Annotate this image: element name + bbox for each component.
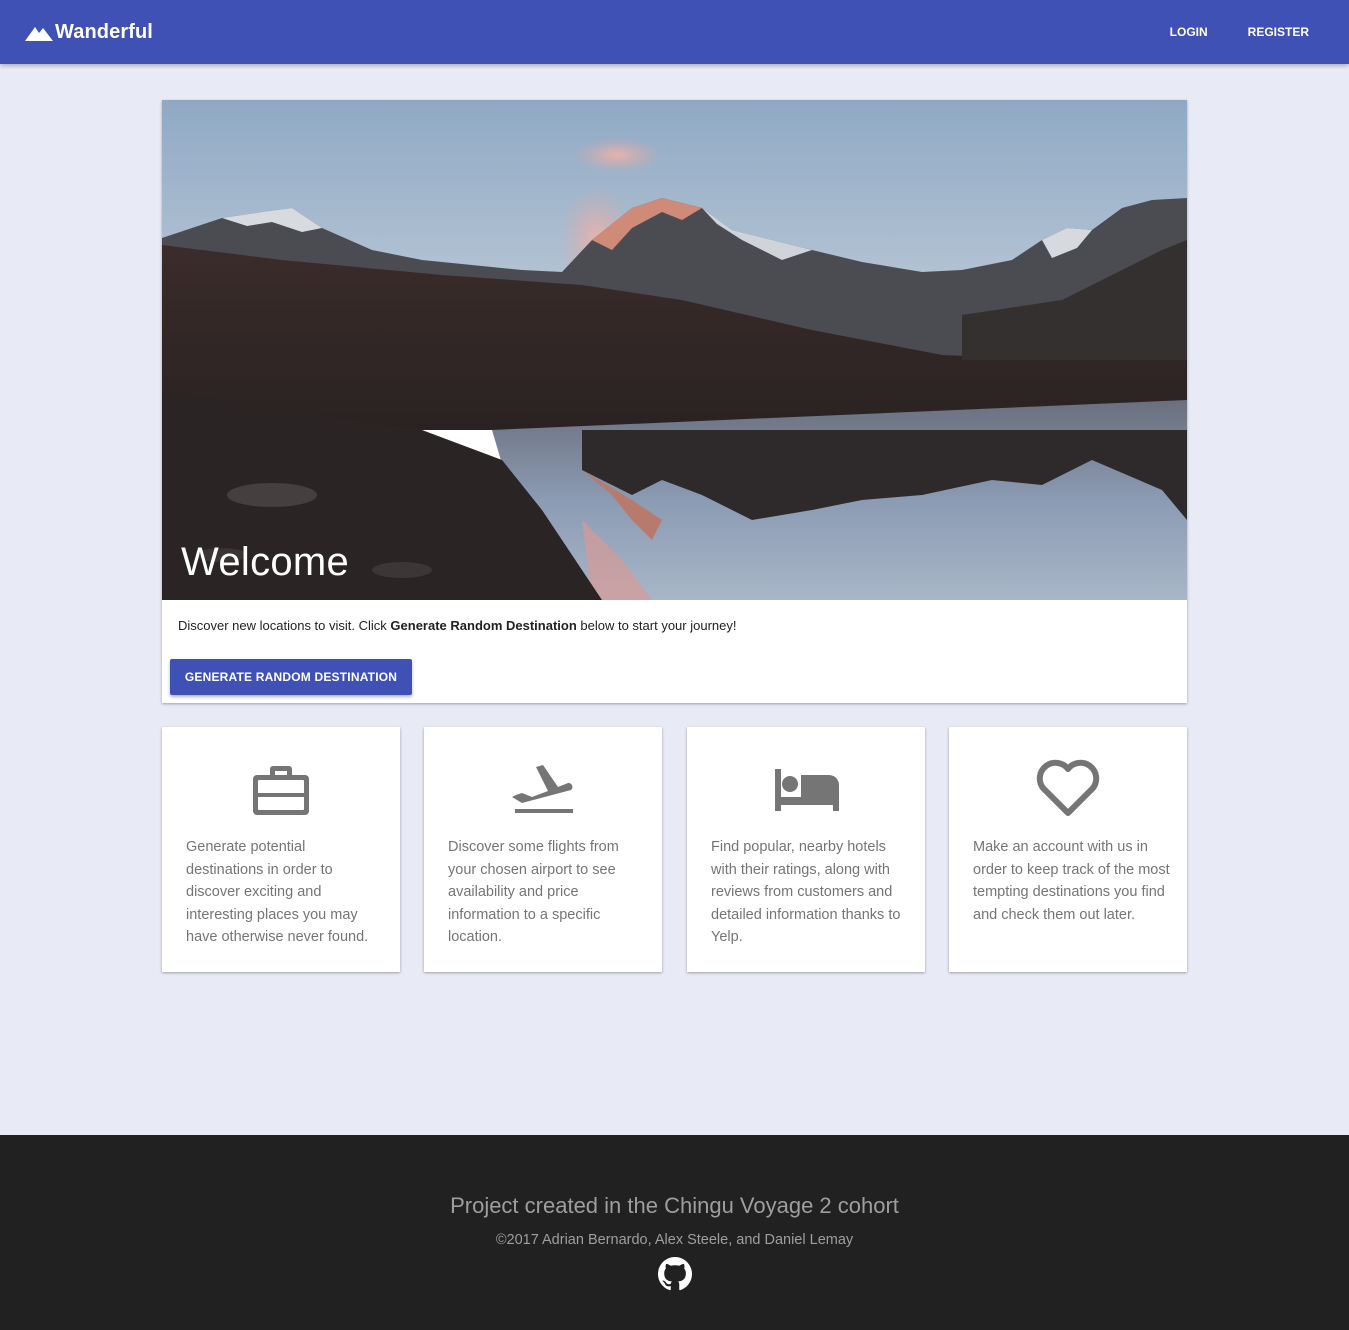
briefcase-icon (253, 766, 309, 815)
footer-title: Project created in the Chingu Voyage 2 c… (450, 1193, 899, 1218)
top-navbar: Wanderful LOGIN REGISTER (0, 0, 1349, 64)
feature-text: Discover some flights from your chosen a… (448, 839, 619, 945)
github-icon (658, 1257, 692, 1291)
feature-card-flights: Discover some flights from your chosen a… (424, 727, 662, 972)
feature-card-account: Make an account with us in order to keep… (949, 727, 1187, 972)
page-footer: Project created in the Chingu Voyage 2 c… (0, 1135, 1349, 1330)
hero-mountain-lake-image: Welcome (162, 100, 1187, 600)
welcome-heading: Welcome (181, 540, 350, 584)
login-link[interactable]: LOGIN (1150, 0, 1228, 64)
feature-text: Find popular, nearby hotels with their r… (711, 839, 901, 945)
hotel-bed-icon (775, 769, 839, 811)
nav-links: LOGIN REGISTER (1150, 0, 1329, 64)
feature-text: Make an account with us in order to keep… (973, 839, 1170, 923)
mountain-icon (25, 26, 53, 41)
welcome-card: Welcome Discover new locations to visit.… (162, 100, 1187, 703)
feature-card-destinations: Generate potential destinations in order… (162, 727, 400, 972)
feature-card-hotels: Find popular, nearby hotels with their r… (687, 727, 925, 972)
description-text: Discover new locations to visit. Click (178, 618, 391, 633)
brand-name: Wanderful (55, 20, 153, 43)
github-link[interactable] (658, 1257, 692, 1291)
brand-logo-link[interactable]: Wanderful (25, 0, 153, 64)
register-link[interactable]: REGISTER (1228, 0, 1329, 64)
generate-random-destination-button[interactable]: GENERATE RANDOM DESTINATION (170, 659, 412, 695)
welcome-description: Discover new locations to visit. Click G… (178, 618, 736, 633)
description-bold-text: Generate Random Destination (390, 618, 577, 633)
footer-credit: ©2017 Adrian Bernardo, Alex Steele, and … (495, 1232, 854, 1248)
heart-outline-icon (1036, 759, 1100, 816)
description-text-end: below to start your journey! (576, 618, 737, 633)
feature-text: Generate potential destinations in order… (186, 839, 369, 945)
flight-takeoff-icon (512, 765, 573, 813)
